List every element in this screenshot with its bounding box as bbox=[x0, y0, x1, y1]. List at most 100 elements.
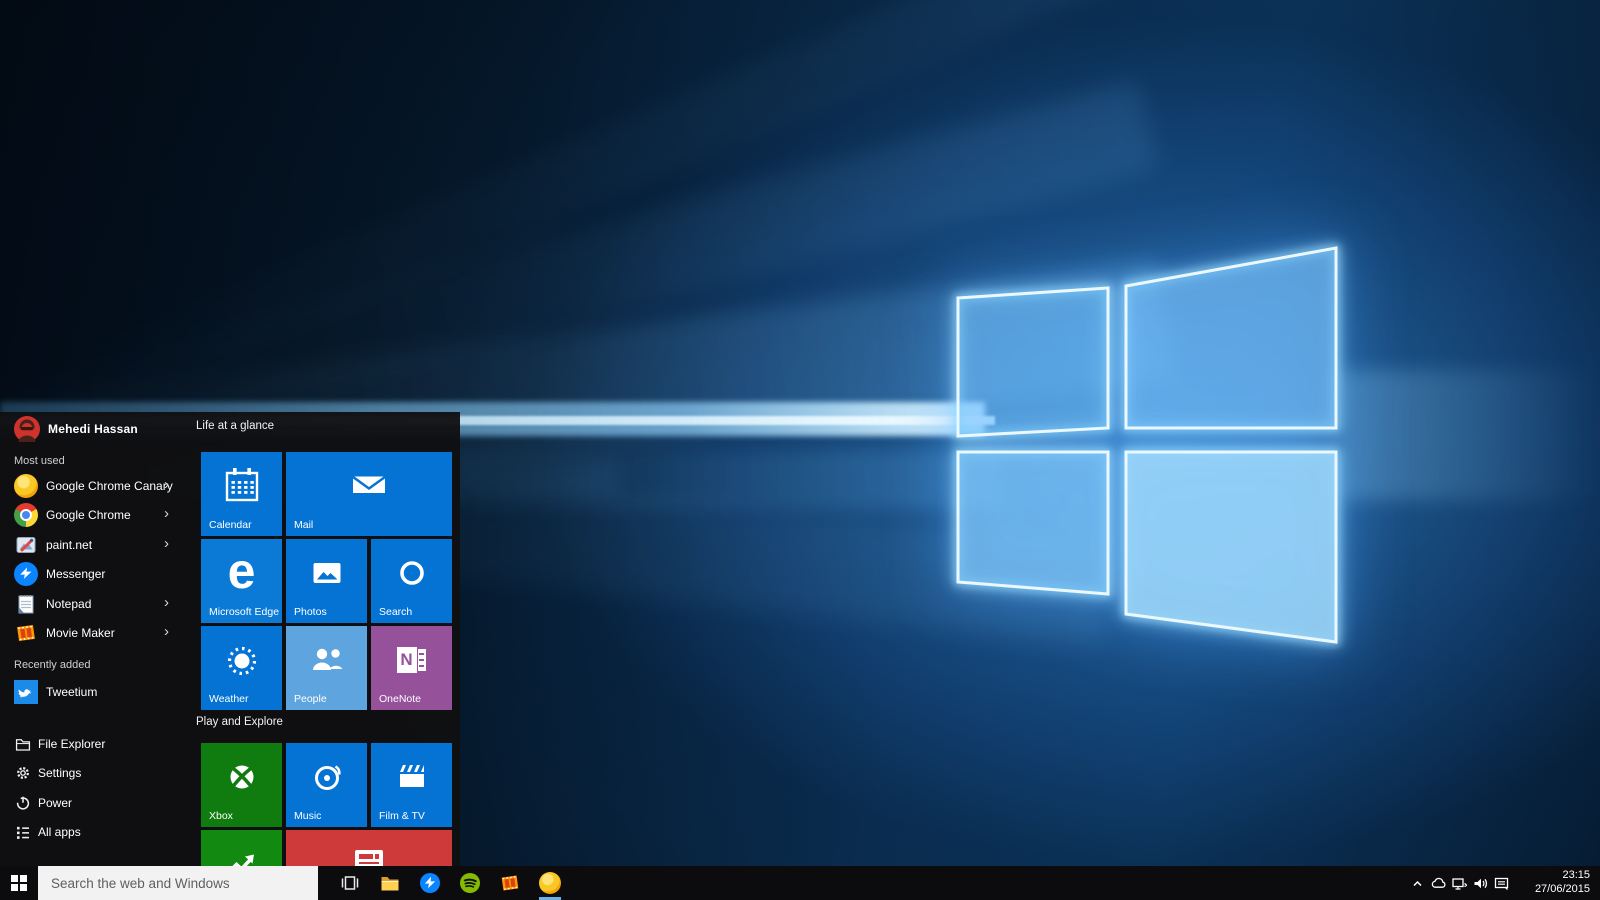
tile-label: Music bbox=[294, 810, 322, 822]
tile-label: Search bbox=[379, 606, 413, 618]
messenger-icon bbox=[420, 873, 440, 893]
most-used-list: Google Chrome Canary › Google Chrome › p… bbox=[0, 471, 190, 648]
tile-photos[interactable]: Photos bbox=[286, 539, 367, 623]
all-apps-icon bbox=[17, 827, 29, 840]
chrome-canary-icon bbox=[14, 473, 38, 498]
tile-label: Microsoft Edge bbox=[209, 606, 280, 618]
movie-maker-icon bbox=[501, 875, 519, 891]
taskbar-clock[interactable]: 23:15 27/06/2015 bbox=[1518, 869, 1590, 897]
notepad-icon bbox=[14, 592, 38, 616]
tile-label: Film & TV bbox=[379, 810, 425, 822]
menu-item-label: Movie Maker bbox=[46, 626, 115, 641]
news-icon bbox=[355, 849, 383, 866]
menu-item-settings[interactable]: Settings bbox=[0, 759, 190, 789]
menu-item-movie-maker[interactable]: Movie Maker › bbox=[0, 619, 190, 649]
tile-music[interactable]: Music bbox=[286, 743, 367, 827]
menu-item-tweetium[interactable]: Tweetium bbox=[0, 677, 190, 707]
tile-xbox[interactable]: Xbox bbox=[201, 743, 282, 827]
tile-news[interactable] bbox=[286, 830, 452, 866]
tile-label: OneNote bbox=[379, 693, 422, 705]
start-menu: Mehedi Hassan Most used Google Chrome Ca… bbox=[0, 412, 460, 866]
start-button[interactable] bbox=[0, 866, 38, 900]
action-center-button[interactable] bbox=[1491, 875, 1512, 891]
taskbar-messenger[interactable] bbox=[410, 866, 450, 900]
tile-onenote[interactable]: N OneNote bbox=[371, 626, 452, 710]
tile-group-heading: Life at a glance bbox=[196, 420, 275, 432]
volume-icon bbox=[1474, 878, 1488, 888]
tile-mail[interactable]: Mail bbox=[286, 452, 452, 536]
search-input[interactable] bbox=[38, 866, 318, 900]
taskbar-file-explorer[interactable] bbox=[370, 866, 410, 900]
menu-item-label: File Explorer bbox=[38, 736, 106, 751]
weather-sun-icon bbox=[227, 646, 256, 675]
action-center-icon bbox=[1494, 877, 1509, 890]
menu-item-label: paint.net bbox=[46, 537, 93, 552]
menu-item-google-chrome-canary[interactable]: Google Chrome Canary › bbox=[0, 471, 190, 501]
music-icon bbox=[314, 764, 341, 790]
tile-microsoft-edge[interactable]: e Microsoft Edge bbox=[201, 539, 282, 623]
clock-time: 23:15 bbox=[1562, 869, 1590, 882]
menu-item-label: Google Chrome bbox=[46, 508, 131, 523]
film-tv-icon bbox=[399, 764, 424, 787]
paintnet-icon bbox=[14, 533, 38, 557]
people-icon bbox=[312, 648, 342, 670]
submenu-chevron-icon[interactable]: › bbox=[164, 594, 169, 611]
most-used-heading: Most used bbox=[14, 455, 65, 467]
tile-label: Calendar bbox=[209, 519, 252, 531]
submenu-chevron-icon[interactable]: › bbox=[164, 623, 169, 640]
movie-maker-icon bbox=[14, 621, 38, 645]
taskbar-chrome-canary[interactable] bbox=[530, 866, 570, 900]
taskbar: 23:15 27/06/2015 bbox=[0, 866, 1600, 900]
submenu-chevron-icon[interactable]: › bbox=[164, 476, 169, 493]
submenu-chevron-icon[interactable]: › bbox=[164, 535, 169, 552]
messenger-icon bbox=[14, 562, 38, 587]
recently-added-heading: Recently added bbox=[14, 659, 91, 671]
mail-icon bbox=[353, 476, 385, 493]
taskbar-search bbox=[38, 866, 318, 900]
tile-people[interactable]: People bbox=[286, 626, 367, 710]
network-icon bbox=[1452, 877, 1468, 890]
menu-item-label: Tweetium bbox=[46, 684, 98, 699]
tile-label: Photos bbox=[294, 606, 327, 618]
edge-icon: e bbox=[227, 542, 256, 599]
tile-label: Xbox bbox=[209, 810, 233, 822]
menu-item-power[interactable]: Power bbox=[0, 788, 190, 818]
tile-film-tv[interactable]: Film & TV bbox=[371, 743, 452, 827]
menu-item-label: Settings bbox=[38, 766, 82, 781]
tray-network[interactable] bbox=[1449, 875, 1470, 891]
tile-label: People bbox=[294, 693, 327, 705]
tray-volume[interactable] bbox=[1470, 875, 1491, 891]
show-hidden-icons-button[interactable] bbox=[1407, 875, 1428, 891]
chrome-canary-icon bbox=[539, 872, 561, 894]
desktop: Mehedi Hassan Most used Google Chrome Ca… bbox=[0, 0, 1600, 900]
menu-item-messenger[interactable]: Messenger bbox=[0, 560, 190, 590]
windows-logo-icon bbox=[11, 875, 27, 891]
system-tray: 23:15 27/06/2015 bbox=[1407, 866, 1600, 900]
money-chart-icon bbox=[231, 854, 254, 866]
taskbar-spotify[interactable] bbox=[450, 866, 490, 900]
menu-item-notepad[interactable]: Notepad › bbox=[0, 589, 190, 619]
menu-item-all-apps[interactable]: All apps bbox=[0, 818, 190, 848]
photos-icon bbox=[313, 562, 340, 583]
menu-item-label: Messenger bbox=[46, 567, 106, 582]
menu-item-paintnet[interactable]: paint.net › bbox=[0, 530, 190, 560]
submenu-chevron-icon[interactable]: › bbox=[164, 505, 169, 522]
tile-weather[interactable]: Weather bbox=[201, 626, 282, 710]
user-name: Mehedi Hassan bbox=[48, 422, 138, 436]
menu-item-file-explorer[interactable]: File Explorer bbox=[0, 729, 190, 759]
menu-item-google-chrome[interactable]: Google Chrome › bbox=[0, 501, 190, 531]
menu-item-label: Notepad bbox=[46, 596, 92, 611]
user-account[interactable]: Mehedi Hassan bbox=[14, 415, 138, 443]
menu-item-label: Power bbox=[38, 795, 73, 810]
tray-onedrive[interactable] bbox=[1428, 875, 1449, 891]
tile-search[interactable]: Search bbox=[371, 539, 452, 623]
tile-group-heading: Play and Explore bbox=[196, 716, 283, 728]
system-items-list: File Explorer Settings Power All apps bbox=[0, 729, 190, 847]
taskbar-movie-maker[interactable] bbox=[490, 866, 530, 900]
gear-icon bbox=[17, 767, 29, 780]
tile-calendar[interactable]: Calendar bbox=[201, 452, 282, 536]
task-view-button[interactable] bbox=[330, 866, 370, 900]
tile-money[interactable] bbox=[201, 830, 282, 866]
menu-item-label: Google Chrome Canary bbox=[46, 478, 173, 493]
cloud-icon bbox=[1431, 877, 1446, 888]
